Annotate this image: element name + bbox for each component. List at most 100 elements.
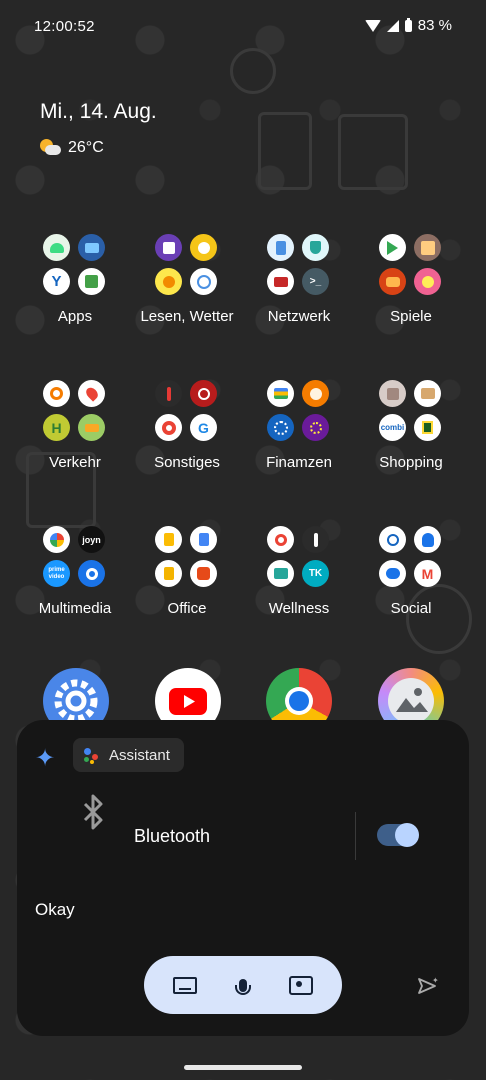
finance-app-2-icon — [302, 414, 329, 441]
folder-office[interactable]: Office — [131, 522, 243, 617]
folder-label: Social — [390, 600, 432, 617]
folder-icon: joyn prime video — [41, 522, 109, 590]
folder-icon: Y — [41, 230, 109, 298]
folder-finamzen[interactable]: Finamzen — [243, 376, 355, 471]
date-widget[interactable]: Mi., 14. Aug. — [40, 100, 157, 124]
status-icons: 83 % — [364, 17, 452, 34]
assistant-response: Okay — [35, 900, 75, 919]
folder-verkehr[interactable]: H Verkehr — [19, 376, 131, 471]
gemini-spark-icon: ✦ — [35, 745, 56, 772]
weather-widget[interactable]: 26°C — [40, 139, 104, 157]
partly-cloudy-icon — [40, 139, 62, 157]
folder-icon — [153, 230, 221, 298]
folder-label: Wellness — [268, 600, 330, 617]
toggle-knob — [395, 823, 419, 847]
storage-app-icon — [267, 234, 294, 261]
phone-app-icon — [379, 526, 406, 553]
weather-app-2-icon — [190, 268, 217, 295]
wallet-icon — [267, 380, 294, 407]
g-app-icon: G — [190, 414, 217, 441]
folder-label: Netzwerk — [267, 308, 331, 325]
bluetooth-label: Bluetooth — [134, 826, 211, 846]
bus-stop-icon: H — [43, 414, 70, 441]
folder-label: Sonstiges — [154, 454, 220, 471]
bluetooth-toggle[interactable] — [377, 823, 419, 847]
folder-apps[interactable]: Y Apps — [19, 230, 131, 325]
folder-icon: M — [377, 522, 445, 590]
wallpaper-floppy-icon — [258, 112, 312, 190]
wallpaper-disc-icon — [230, 48, 276, 94]
status-time: 12:00:52 — [34, 18, 95, 35]
y-app-icon: Y — [43, 268, 70, 295]
folder-label: Multimedia — [38, 600, 112, 617]
slides-icon — [155, 560, 182, 587]
folder-icon: H — [41, 376, 109, 444]
prime-video-icon: prime video — [43, 560, 70, 587]
input-mode-pill — [144, 956, 342, 1014]
folder-icon: TK — [265, 522, 333, 590]
folder-lesen-wetter[interactable]: Lesen, Wetter — [131, 230, 243, 325]
folder-label: Apps — [57, 308, 93, 325]
bluetooth-icon — [79, 792, 109, 841]
status-bar: 12:00:52 83 % — [0, 0, 486, 54]
health-app-icon — [267, 560, 294, 587]
assistant-chip-label: Assistant — [109, 746, 170, 764]
folder-icon — [377, 230, 445, 298]
folder-sonstiges[interactable]: G Sonstiges — [131, 376, 243, 471]
transit-app-icon — [43, 380, 70, 407]
list-app-icon — [414, 414, 441, 441]
android-icon — [43, 234, 70, 261]
send-sparkle-icon[interactable]: ✦ — [417, 976, 439, 1001]
folder-label: Shopping — [379, 454, 443, 471]
terminal-icon: >_ — [302, 268, 329, 295]
folder-shopping[interactable]: combi Shopping — [355, 376, 467, 471]
chrome-small-icon — [155, 414, 182, 441]
dock — [0, 668, 486, 734]
router-app-icon — [267, 268, 294, 295]
clock-app-icon — [190, 380, 217, 407]
folder-multimedia[interactable]: joyn prime video Multimedia — [19, 522, 131, 617]
weather-temperature: 26°C — [68, 139, 104, 156]
folder-spiele[interactable]: Spiele — [355, 230, 467, 325]
google-assistant-icon — [83, 746, 101, 764]
folder-social[interactable]: M Social — [355, 522, 467, 617]
assistant-panel: ✦ Assistant Bluetooth Okay ✦ — [17, 720, 469, 1036]
keyboard-button[interactable] — [168, 968, 202, 1002]
folder-icon — [265, 376, 333, 444]
docs-icon — [190, 526, 217, 553]
puzzle-game-icon — [414, 268, 441, 295]
divider — [355, 812, 356, 860]
package-icon — [414, 380, 441, 407]
folder-netzwerk[interactable]: >_ Netzwerk — [243, 230, 355, 325]
folder-label: Spiele — [390, 308, 432, 325]
camera-button[interactable] — [284, 968, 318, 1002]
folder-label: Lesen, Wetter — [140, 308, 234, 325]
photos-icon — [43, 526, 70, 553]
play-games-icon — [379, 234, 406, 261]
assistant-chip[interactable]: Assistant — [73, 738, 184, 772]
thermometer-icon — [155, 380, 182, 407]
folder-wellness[interactable]: TK Wellness — [243, 522, 355, 617]
fit-heart-icon — [267, 526, 294, 553]
tk-app-icon: TK — [302, 560, 329, 587]
folder-icon — [153, 522, 221, 590]
thermometer-icon — [302, 526, 329, 553]
joyn-icon: joyn — [78, 526, 105, 553]
shazam-icon — [78, 560, 105, 587]
vpn-shield-icon — [302, 234, 329, 261]
game-app-icon — [379, 268, 406, 295]
maps-icon — [78, 380, 105, 407]
microphone-icon — [235, 978, 251, 995]
combi-app-icon: combi — [379, 414, 406, 441]
word-game-icon — [414, 234, 441, 261]
cell-signal-icon — [386, 19, 399, 32]
microphone-button[interactable] — [226, 968, 260, 1002]
news-app-icon — [190, 234, 217, 261]
ticket-app-icon — [78, 414, 105, 441]
weather-app-icon — [155, 268, 182, 295]
wallpaper-floppy-icon — [338, 114, 408, 190]
bank-lion-icon — [302, 380, 329, 407]
folder-label: Finamzen — [266, 454, 332, 471]
folder-icon: G — [153, 376, 221, 444]
gesture-nav-handle[interactable] — [184, 1065, 302, 1070]
